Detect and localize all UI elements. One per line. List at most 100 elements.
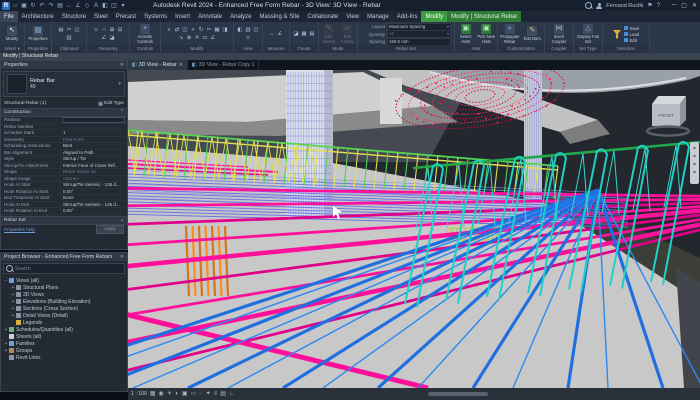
tree-item-groups[interactable]: + Groups: [1, 347, 127, 354]
trim-icon[interactable]: ✂: [206, 27, 213, 34]
tab-modify-structural-rebar[interactable]: Modify | Structural Rebar: [447, 11, 522, 22]
tag-icon[interactable]: ◇: [83, 2, 91, 10]
create-assembly-icon[interactable]: ▤: [309, 31, 316, 38]
paste-icon[interactable]: ▤: [58, 27, 65, 34]
sun-path-icon[interactable]: ☀: [167, 389, 172, 399]
tab-precast[interactable]: Precast: [112, 11, 140, 22]
close-icon[interactable]: ✕: [120, 61, 124, 69]
select-host-button[interactable]: ▣ Select Host: [456, 23, 476, 44]
pick-new-host-button[interactable]: ▣ Pick New Host: [477, 23, 497, 44]
open-icon[interactable]: ▱: [11, 2, 19, 10]
param-value[interactable]: Bent: [60, 143, 127, 149]
minimize-button[interactable]: ─: [672, 2, 676, 9]
offset-icon[interactable]: ⇄: [174, 27, 181, 34]
tree-item-3d-views[interactable]: +3D Views: [1, 291, 127, 298]
temporary-hide-icon[interactable]: ◌: [199, 389, 203, 399]
tab-add-ins[interactable]: Add-Ins: [393, 11, 422, 22]
maximize-button[interactable]: ▢: [681, 2, 687, 9]
browser-search[interactable]: [3, 263, 125, 274]
worksharing-display-icon[interactable]: ≡: [214, 389, 218, 399]
param-value[interactable]: Stirrup/Tie Seismic - 135 d...: [60, 201, 127, 207]
section-box-icon[interactable]: ▥: [245, 27, 252, 34]
tab-structure[interactable]: Structure: [58, 11, 90, 22]
param-value[interactable]: 0.00°: [60, 188, 127, 194]
param-value[interactable]: 1: [60, 130, 127, 136]
model-canvas-3d-view[interactable]: FRONT: [0, 63, 700, 391]
param-value[interactable]: Rebar Shape 12: [60, 169, 127, 175]
section-icon[interactable]: ◫: [110, 2, 118, 10]
copy-to-clipboard-icon[interactable]: ◫: [74, 27, 81, 34]
customize-qat-icon[interactable]: ▾: [119, 2, 127, 10]
search-input[interactable]: [15, 265, 122, 272]
chevron-down-icon[interactable]: ▾: [118, 81, 124, 87]
join-icon[interactable]: ⊞: [109, 27, 116, 34]
properties-tool-button[interactable]: ▤ Properties: [26, 26, 50, 42]
view-scale[interactable]: 1 : 100: [131, 391, 147, 397]
create-group-icon[interactable]: ◪: [293, 31, 300, 38]
modify-tool-button[interactable]: ↖ Modify: [1, 26, 23, 42]
align-icon[interactable]: ≡: [166, 27, 173, 34]
save-icon[interactable]: ▣: [20, 2, 28, 10]
horizontal-scrollbar[interactable]: [428, 392, 488, 396]
tab-systems[interactable]: Systems: [140, 11, 171, 22]
edit-bars-button[interactable]: ✎ Edit Bars: [522, 26, 544, 42]
activate-controls-button[interactable]: + Activate Controls: [131, 23, 159, 44]
tab-architecture[interactable]: Architecture: [18, 11, 58, 22]
load-selection-button[interactable]: Load: [624, 32, 639, 37]
close-button[interactable]: ✕: [692, 2, 697, 9]
shadows-icon[interactable]: ◐: [175, 389, 179, 399]
cut-geometry-icon[interactable]: ∩: [101, 27, 108, 34]
print-icon[interactable]: ▤: [56, 2, 64, 10]
expand-icon[interactable]: ⌄: [120, 217, 124, 224]
tab-massing-site[interactable]: Massing & Site: [255, 11, 303, 22]
tree-item-sheets-all[interactable]: Sheets (all): [1, 333, 127, 340]
unjoin-icon[interactable]: ⊟: [117, 27, 124, 34]
tab-analyze[interactable]: Analyze: [226, 11, 255, 22]
tree-item-legends[interactable]: Legends: [1, 319, 127, 326]
view-tab-3d-view-rebar-copy-1[interactable]: ◧ 3D View - Rebar Copy 1: [188, 60, 260, 70]
scale-icon[interactable]: ↘: [178, 35, 185, 42]
beam-joins-icon[interactable]: ∠: [101, 35, 108, 42]
aligned-dimension-icon[interactable]: ∠: [74, 2, 82, 10]
edit-family-button[interactable]: ▱ Edit Family: [339, 23, 357, 44]
crop-region-icon[interactable]: ▭: [190, 389, 196, 399]
create-similar-icon[interactable]: ▦: [301, 31, 308, 38]
application-menu-icon[interactable]: R: [2, 1, 10, 10]
param-value[interactable]: Aligned to Path: [60, 149, 127, 155]
temporary-view-properties-icon[interactable]: ▤: [220, 389, 226, 399]
measure-icon[interactable]: ↔: [65, 2, 73, 10]
tree-item-structural-plans[interactable]: + Structural Plans: [1, 284, 127, 291]
wall-joins-icon[interactable]: ◪: [109, 35, 116, 42]
edit-type-button[interactable]: ▦ Edit Type: [98, 101, 124, 106]
tab-insert[interactable]: Insert: [171, 11, 194, 22]
show-constraints-icon[interactable]: ∟: [229, 389, 235, 399]
tab-file[interactable]: File: [0, 11, 18, 22]
copy-icon[interactable]: ◨: [222, 27, 229, 34]
redo-icon[interactable]: ↷: [47, 2, 55, 10]
section-rebar-set[interactable]: Rebar Set ⌄: [1, 216, 127, 225]
tab-manage[interactable]: Manage: [363, 11, 393, 22]
param-value[interactable]: <None>: [60, 175, 127, 181]
rotate-icon[interactable]: ↻: [198, 27, 205, 34]
selection-filter-label[interactable]: Structural Rebar (1): [4, 101, 46, 106]
cope-icon[interactable]: ∪: [93, 27, 100, 34]
mirror-icon[interactable]: ◫: [182, 27, 189, 34]
help-icon[interactable]: ?: [657, 3, 660, 9]
match-type-icon[interactable]: ▥: [66, 35, 73, 42]
detail-level-icon[interactable]: ▦: [150, 389, 156, 399]
tree-item-families[interactable]: + Families: [1, 340, 127, 347]
close-view-icon[interactable]: ✕: [179, 62, 183, 68]
tree-item-detail-views-detail[interactable]: + Detail Views (Detail): [1, 312, 127, 319]
measure-between-icon[interactable]: ↔: [269, 31, 276, 38]
properties-help-link[interactable]: Properties help: [4, 227, 35, 232]
tab-annotate[interactable]: Annotate: [194, 11, 226, 22]
edit-selection-button[interactable]: Edit: [624, 38, 639, 43]
tree-item-elevations-building-elevation[interactable]: + Elevations (Building Elevation): [1, 298, 127, 305]
param-value[interactable]: None: [60, 214, 127, 216]
tree-item-revit-links[interactable]: Revit Links: [1, 354, 127, 361]
undo-icon[interactable]: ↶: [38, 2, 46, 10]
tree-item-views-all[interactable]: − Views (all): [1, 277, 127, 284]
array-icon[interactable]: ▦: [214, 27, 221, 34]
dimension-icon[interactable]: ∠: [277, 31, 284, 38]
insert-coupler-button[interactable]: ⋈ Insert Coupler: [546, 23, 572, 44]
